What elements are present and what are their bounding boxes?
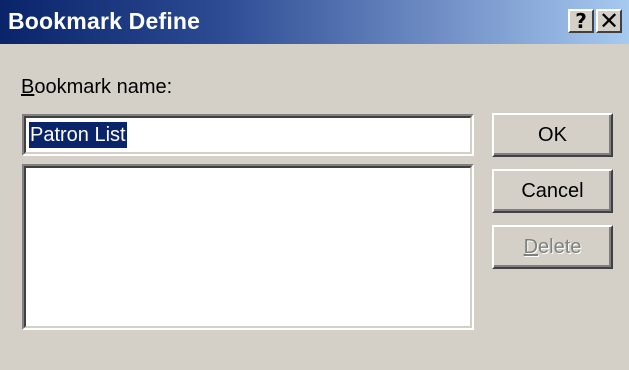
bookmark-name-value: Patron List <box>29 122 127 148</box>
dialog-title: Bookmark Define <box>8 8 201 34</box>
delete-button[interactable]: Delete <box>492 225 613 269</box>
ok-button[interactable]: OK <box>492 113 613 157</box>
bookmark-list[interactable] <box>22 164 474 330</box>
delete-button-text: elete <box>538 235 582 258</box>
bookmark-name-label: Bookmark name: <box>21 76 172 99</box>
delete-button-accelerator: D <box>523 235 539 258</box>
bookmark-name-label-text: ookmark name: <box>34 76 173 98</box>
bookmark-define-dialog: Bookmark Define ? ✕ Bookmark name: Patro… <box>0 0 629 370</box>
bookmark-name-label-accelerator: B <box>21 76 35 98</box>
bookmark-name-input[interactable]: Patron List <box>22 114 474 156</box>
question-mark-icon: ? <box>575 9 587 33</box>
close-button[interactable]: ✕ <box>596 9 622 33</box>
cancel-button[interactable]: Cancel <box>492 169 613 213</box>
close-icon: ✕ <box>598 7 620 35</box>
title-bar[interactable]: Bookmark Define ? ✕ <box>0 0 629 44</box>
help-button[interactable]: ? <box>568 9 594 33</box>
